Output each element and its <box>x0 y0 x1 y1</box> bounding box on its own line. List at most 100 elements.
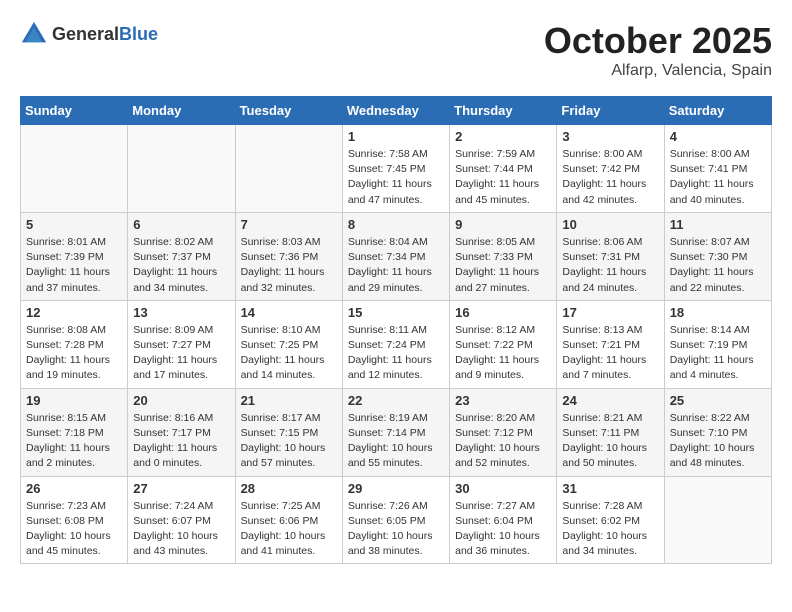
day-info: Sunrise: 8:09 AMSunset: 7:27 PMDaylight:… <box>133 323 229 384</box>
calendar-cell: 9 Sunrise: 8:05 AMSunset: 7:33 PMDaylight… <box>450 212 557 300</box>
weekday-header-row: SundayMondayTuesdayWednesdayThursdayFrid… <box>21 97 772 125</box>
day-number: 9 <box>455 217 551 232</box>
day-number: 17 <box>562 305 658 320</box>
day-info: Sunrise: 8:10 AMSunset: 7:25 PMDaylight:… <box>241 323 337 384</box>
day-info: Sunrise: 8:04 AMSunset: 7:34 PMDaylight:… <box>348 235 444 296</box>
calendar-cell: 2 Sunrise: 7:59 AMSunset: 7:44 PMDaylight… <box>450 125 557 213</box>
day-info: Sunrise: 8:06 AMSunset: 7:31 PMDaylight:… <box>562 235 658 296</box>
day-number: 3 <box>562 129 658 144</box>
calendar-cell: 16 Sunrise: 8:12 AMSunset: 7:22 PMDayligh… <box>450 300 557 388</box>
title-location: Alfarp, Valencia, Spain <box>544 62 772 80</box>
day-number: 28 <box>241 481 337 496</box>
day-info: Sunrise: 8:20 AMSunset: 7:12 PMDaylight:… <box>455 411 551 472</box>
day-info: Sunrise: 8:11 AMSunset: 7:24 PMDaylight:… <box>348 323 444 384</box>
weekday-header-monday: Monday <box>128 97 235 125</box>
weekday-header-wednesday: Wednesday <box>342 97 449 125</box>
calendar-cell: 25Sunrise: 8:22 AMSunset: 7:10 PMDayligh… <box>664 388 771 476</box>
calendar-cell: 4Sunrise: 8:00 AMSunset: 7:41 PMDaylight… <box>664 125 771 213</box>
calendar: SundayMondayTuesdayWednesdayThursdayFrid… <box>20 96 772 564</box>
day-number: 7 <box>241 217 337 232</box>
day-info: Sunrise: 8:15 AMSunset: 7:18 PMDaylight:… <box>26 411 122 472</box>
day-info: Sunrise: 8:00 AMSunset: 7:42 PMDaylight:… <box>562 147 658 208</box>
day-info: Sunrise: 7:23 AMSunset: 6:08 PMDaylight:… <box>26 499 122 560</box>
day-info: Sunrise: 8:21 AMSunset: 7:11 PMDaylight:… <box>562 411 658 472</box>
day-number: 15 <box>348 305 444 320</box>
day-number: 20 <box>133 393 229 408</box>
calendar-cell: 14 Sunrise: 8:10 AMSunset: 7:25 PMDayligh… <box>235 300 342 388</box>
day-info: Sunrise: 7:25 AMSunset: 6:06 PMDaylight:… <box>241 499 337 560</box>
day-info: Sunrise: 7:59 AMSunset: 7:44 PMDaylight:… <box>455 147 551 208</box>
day-info: Sunrise: 7:24 AMSunset: 6:07 PMDaylight:… <box>133 499 229 560</box>
day-number: 22 <box>348 393 444 408</box>
day-number: 14 <box>241 305 337 320</box>
calendar-cell: 11Sunrise: 8:07 AMSunset: 7:30 PMDayligh… <box>664 212 771 300</box>
calendar-cell <box>21 125 128 213</box>
calendar-cell: 17 Sunrise: 8:13 AMSunset: 7:21 PMDayligh… <box>557 300 664 388</box>
day-info: Sunrise: 8:05 AMSunset: 7:33 PMDaylight:… <box>455 235 551 296</box>
calendar-cell: 7 Sunrise: 8:03 AMSunset: 7:36 PMDaylight… <box>235 212 342 300</box>
day-info: Sunrise: 8:08 AMSunset: 7:28 PMDaylight:… <box>26 323 122 384</box>
header: GeneralBlue October 2025 Alfarp, Valenci… <box>20 20 772 80</box>
day-info: Sunrise: 8:16 AMSunset: 7:17 PMDaylight:… <box>133 411 229 472</box>
calendar-cell: 27 Sunrise: 7:24 AMSunset: 6:07 PMDayligh… <box>128 476 235 564</box>
day-number: 13 <box>133 305 229 320</box>
calendar-cell: 10 Sunrise: 8:06 AMSunset: 7:31 PMDayligh… <box>557 212 664 300</box>
calendar-cell: 5 Sunrise: 8:01 AMSunset: 7:39 PMDaylight… <box>21 212 128 300</box>
week-row-2: 5 Sunrise: 8:01 AMSunset: 7:39 PMDaylight… <box>21 212 772 300</box>
day-info: Sunrise: 8:01 AMSunset: 7:39 PMDaylight:… <box>26 235 122 296</box>
day-info: Sunrise: 8:00 AMSunset: 7:41 PMDaylight:… <box>670 147 766 208</box>
calendar-cell: 30 Sunrise: 7:27 AMSunset: 6:04 PMDayligh… <box>450 476 557 564</box>
calendar-cell: 13 Sunrise: 8:09 AMSunset: 7:27 PMDayligh… <box>128 300 235 388</box>
weekday-header-thursday: Thursday <box>450 97 557 125</box>
weekday-header-friday: Friday <box>557 97 664 125</box>
day-info: Sunrise: 7:27 AMSunset: 6:04 PMDaylight:… <box>455 499 551 560</box>
day-number: 25 <box>670 393 766 408</box>
day-number: 19 <box>26 393 122 408</box>
calendar-cell <box>664 476 771 564</box>
day-number: 30 <box>455 481 551 496</box>
day-number: 29 <box>348 481 444 496</box>
title-area: October 2025 Alfarp, Valencia, Spain <box>544 20 772 80</box>
calendar-cell: 23 Sunrise: 8:20 AMSunset: 7:12 PMDayligh… <box>450 388 557 476</box>
weekday-header-tuesday: Tuesday <box>235 97 342 125</box>
day-info: Sunrise: 8:12 AMSunset: 7:22 PMDaylight:… <box>455 323 551 384</box>
calendar-cell: 22Sunrise: 8:19 AMSunset: 7:14 PMDayligh… <box>342 388 449 476</box>
day-number: 24 <box>562 393 658 408</box>
calendar-cell: 18Sunrise: 8:14 AMSunset: 7:19 PMDayligh… <box>664 300 771 388</box>
weekday-header-saturday: Saturday <box>664 97 771 125</box>
calendar-cell: 8Sunrise: 8:04 AMSunset: 7:34 PMDaylight… <box>342 212 449 300</box>
week-row-3: 12 Sunrise: 8:08 AMSunset: 7:28 PMDayligh… <box>21 300 772 388</box>
calendar-cell: 6 Sunrise: 8:02 AMSunset: 7:37 PMDaylight… <box>128 212 235 300</box>
day-number: 23 <box>455 393 551 408</box>
day-info: Sunrise: 8:07 AMSunset: 7:30 PMDaylight:… <box>670 235 766 296</box>
logo-icon <box>20 20 48 48</box>
title-month: October 2025 <box>544 20 772 62</box>
day-number: 31 <box>562 481 658 496</box>
day-number: 26 <box>26 481 122 496</box>
day-info: Sunrise: 8:02 AMSunset: 7:37 PMDaylight:… <box>133 235 229 296</box>
week-row-5: 26 Sunrise: 7:23 AMSunset: 6:08 PMDayligh… <box>21 476 772 564</box>
day-info: Sunrise: 8:17 AMSunset: 7:15 PMDaylight:… <box>241 411 337 472</box>
day-number: 12 <box>26 305 122 320</box>
calendar-cell: 3 Sunrise: 8:00 AMSunset: 7:42 PMDaylight… <box>557 125 664 213</box>
calendar-cell <box>235 125 342 213</box>
logo-text-blue: Blue <box>119 24 158 44</box>
calendar-cell <box>128 125 235 213</box>
day-info: Sunrise: 8:03 AMSunset: 7:36 PMDaylight:… <box>241 235 337 296</box>
day-number: 21 <box>241 393 337 408</box>
calendar-cell: 26 Sunrise: 7:23 AMSunset: 6:08 PMDayligh… <box>21 476 128 564</box>
day-info: Sunrise: 8:13 AMSunset: 7:21 PMDaylight:… <box>562 323 658 384</box>
day-number: 1 <box>348 129 444 144</box>
day-info: Sunrise: 8:14 AMSunset: 7:19 PMDaylight:… <box>670 323 766 384</box>
day-number: 16 <box>455 305 551 320</box>
calendar-cell: 20 Sunrise: 8:16 AMSunset: 7:17 PMDayligh… <box>128 388 235 476</box>
day-number: 5 <box>26 217 122 232</box>
day-number: 2 <box>455 129 551 144</box>
day-number: 6 <box>133 217 229 232</box>
calendar-cell: 28 Sunrise: 7:25 AMSunset: 6:06 PMDayligh… <box>235 476 342 564</box>
day-number: 27 <box>133 481 229 496</box>
day-number: 10 <box>562 217 658 232</box>
day-info: Sunrise: 7:26 AMSunset: 6:05 PMDaylight:… <box>348 499 444 560</box>
week-row-1: 1 Sunrise: 7:58 AMSunset: 7:45 PMDaylight… <box>21 125 772 213</box>
day-info: Sunrise: 7:58 AMSunset: 7:45 PMDaylight:… <box>348 147 444 208</box>
